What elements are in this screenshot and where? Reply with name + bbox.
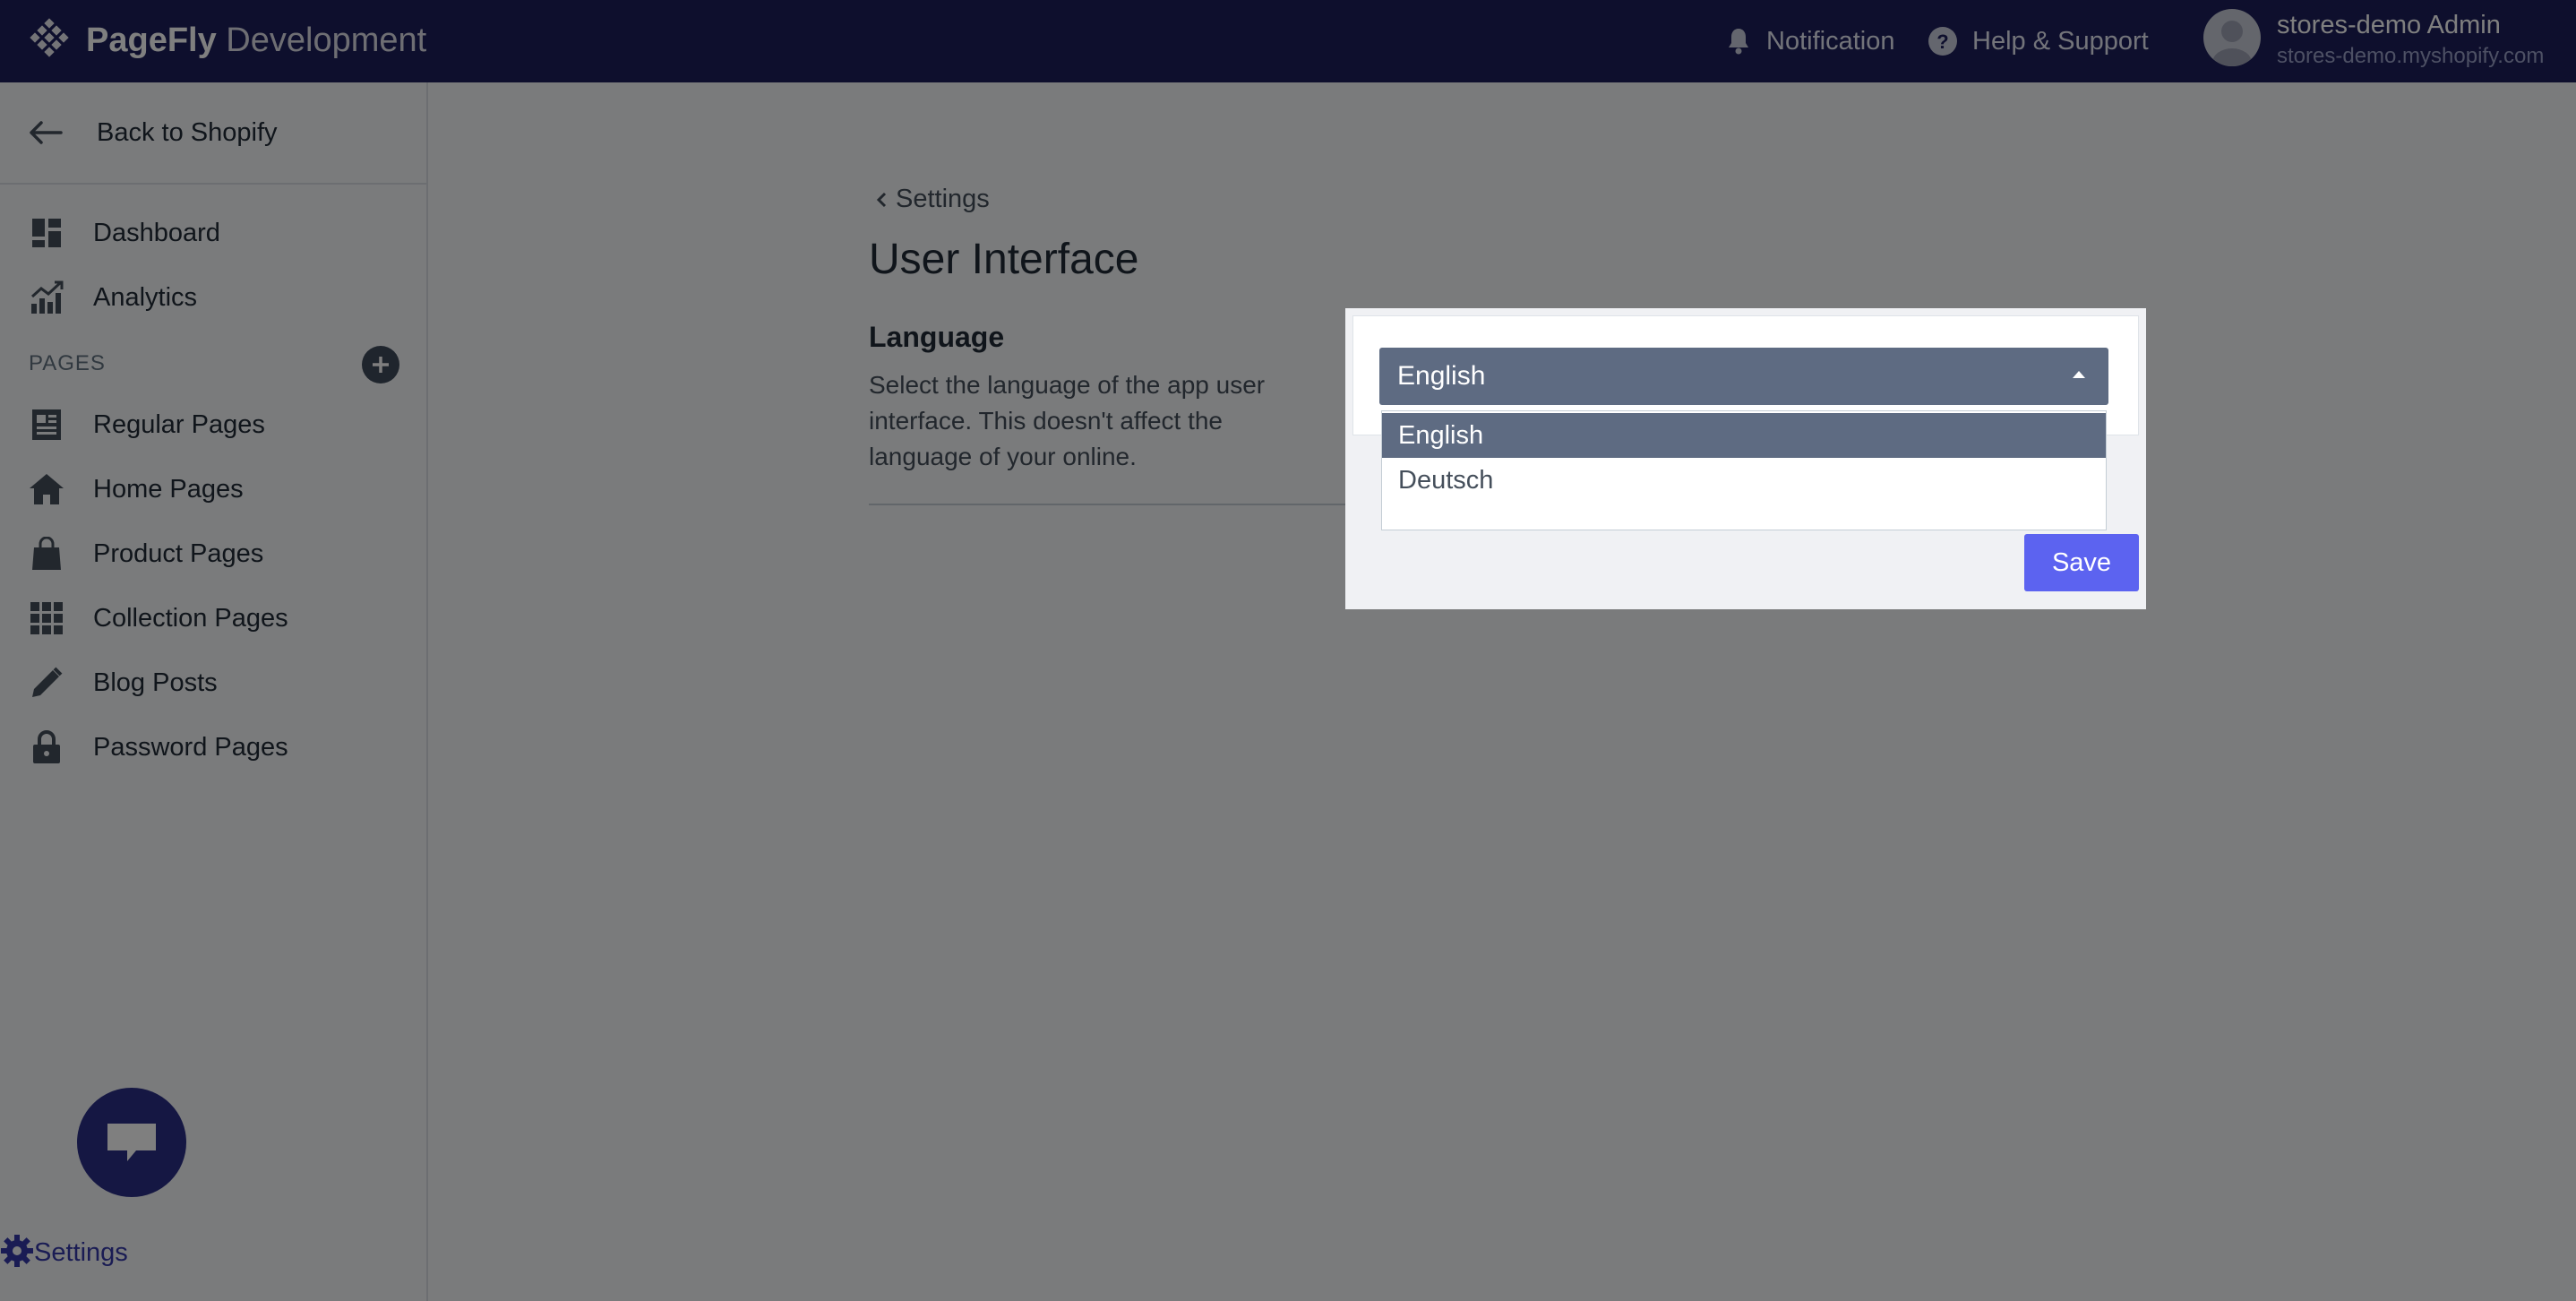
language-select-value: English xyxy=(1397,361,1486,391)
caret-up-icon xyxy=(2073,371,2085,378)
language-dropdown: English Deutsch xyxy=(1381,410,2107,530)
option-label: English xyxy=(1398,420,1484,450)
modal-backdrop[interactable] xyxy=(0,0,2576,1301)
language-option-deutsch[interactable]: Deutsch xyxy=(1382,458,2106,503)
language-select[interactable]: English xyxy=(1379,348,2108,405)
language-option-english[interactable]: English xyxy=(1382,413,2106,458)
option-label: Deutsch xyxy=(1398,465,1494,495)
save-button[interactable]: Save xyxy=(2024,534,2139,591)
